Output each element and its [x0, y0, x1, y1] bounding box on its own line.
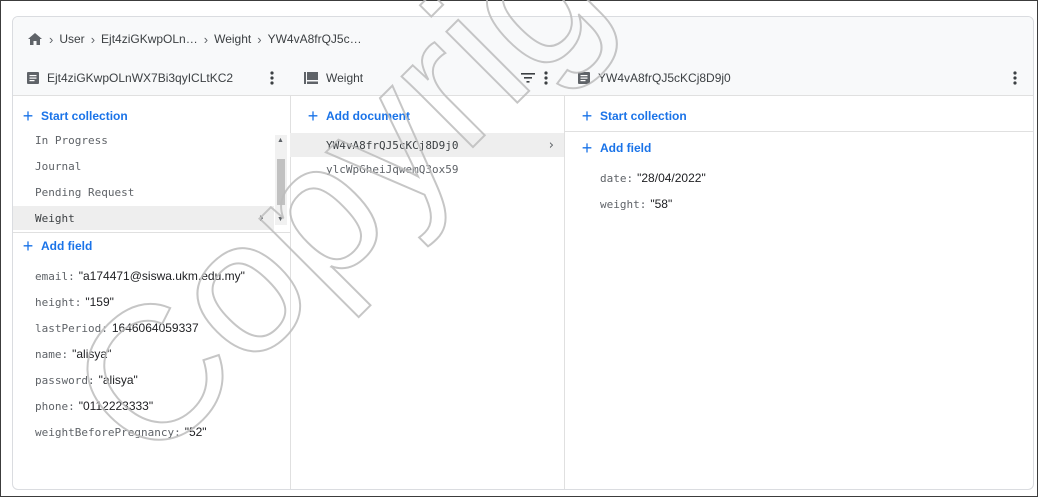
collection-item-weight[interactable]: Weight ›: [13, 206, 274, 230]
breadcrumb: › User › Ejt4ziGKwpOLn… › Weight › YW4vA…: [13, 17, 1033, 62]
start-collection-button[interactable]: + Start collection: [13, 105, 290, 127]
scroll-down-icon[interactable]: ▼: [277, 216, 284, 223]
document-id: YW4vA8frQJ5cKCj8D9j0: [326, 138, 459, 152]
column-header: Ejt4ziGKwpOLnWX7Bi3qyICLtKC2: [13, 61, 290, 96]
home-icon[interactable]: [27, 32, 43, 46]
user-document-column: Ejt4ziGKwpOLnWX7Bi3qyICLtKC2 + Start col…: [13, 61, 291, 489]
chevron-right-icon: ›: [203, 31, 209, 47]
field-value: "a174471@siswa.ukm.edu.my": [78, 269, 245, 283]
scroll-up-icon[interactable]: ▲: [277, 137, 284, 144]
field-row-name[interactable]: name: "alisya": [13, 341, 290, 367]
field-key: password:: [35, 373, 95, 387]
plus-icon: +: [307, 106, 319, 126]
field-row-weight[interactable]: weight: "58": [564, 191, 1033, 217]
field-key: email:: [35, 269, 75, 283]
more-vert-icon[interactable]: [538, 69, 554, 87]
add-field-label: Add field: [41, 239, 93, 253]
collection-item-in-progress[interactable]: In Progress: [13, 128, 290, 152]
field-value: "58": [650, 197, 673, 211]
filter-icon[interactable]: [520, 70, 536, 86]
add-document-label: Add document: [326, 109, 410, 123]
field-key: date:: [600, 171, 634, 185]
field-value: "0112223333": [78, 399, 154, 413]
column-title: YW4vA8frQJ5cKCj8D9j0: [598, 71, 731, 85]
field-key: weight:: [600, 197, 647, 211]
breadcrumb-item-weight-doc[interactable]: YW4vA8frQJ5c…: [268, 32, 362, 46]
field-value: 1646064059337: [111, 321, 199, 335]
field-value: "159": [85, 295, 114, 309]
add-field-label: Add field: [600, 141, 652, 155]
start-collection-label: Start collection: [600, 109, 687, 123]
field-key: weightBeforePregnancy:: [35, 425, 181, 439]
chevron-right-icon: ›: [257, 31, 262, 47]
column-header: YW4vA8frQJ5cKCj8D9j0: [564, 61, 1033, 96]
more-vert-icon[interactable]: [1007, 69, 1023, 87]
chevron-right-icon: ›: [258, 210, 264, 226]
collection-label: In Progress: [35, 133, 108, 147]
document-icon: [578, 72, 590, 84]
chevron-right-icon: ›: [49, 31, 54, 47]
divider: [564, 131, 1033, 132]
field-value: "alisya": [72, 347, 112, 361]
field-key: phone:: [35, 399, 75, 413]
chevron-right-icon: ›: [90, 31, 96, 47]
document-item[interactable]: ylcWpGheiJqwemQ3ox59: [290, 157, 564, 181]
field-value: "52": [184, 425, 207, 439]
breadcrumb-item-weight[interactable]: Weight: [214, 32, 251, 46]
field-key: lastPeriod:: [35, 321, 108, 335]
firestore-data-panel: › User › Ejt4ziGKwpOLn… › Weight › YW4vA…: [12, 16, 1034, 490]
add-field-button[interactable]: + Add field: [13, 235, 290, 257]
field-row-password[interactable]: password: "alisya": [13, 367, 290, 393]
collection-scrollbar[interactable]: ▲ ▼: [275, 135, 287, 225]
field-value: "alisya": [98, 373, 138, 387]
field-key: name:: [35, 347, 69, 361]
field-row-last-period[interactable]: lastPeriod: 1646064059337: [13, 315, 290, 341]
document-item-selected[interactable]: YW4vA8frQJ5cKCj8D9j0 ›: [290, 133, 564, 157]
collection-label: Journal: [35, 159, 82, 173]
field-row-phone[interactable]: phone: "0112223333": [13, 393, 290, 419]
collection-label: Pending Request: [35, 185, 135, 199]
more-vert-icon[interactable]: [264, 69, 280, 87]
breadcrumb-item-user[interactable]: User: [59, 32, 84, 46]
weight-document-column: YW4vA8frQJ5cKCj8D9j0 + Start collection …: [564, 61, 1033, 489]
plus-icon: +: [22, 106, 34, 126]
weight-collection-column: Weight + Add document YW4vA8frQJ5cKCj8D9…: [290, 61, 565, 489]
chevron-right-icon: ›: [548, 137, 554, 153]
start-collection-button[interactable]: + Start collection: [564, 105, 1033, 127]
window-frame: › User › Ejt4ziGKwpOLn… › Weight › YW4vA…: [0, 0, 1038, 497]
add-field-button[interactable]: + Add field: [564, 137, 1033, 159]
plus-icon: +: [581, 138, 593, 158]
column-title: Ejt4ziGKwpOLnWX7Bi3qyICLtKC2: [47, 71, 234, 85]
field-key: height:: [35, 295, 82, 309]
field-row-date[interactable]: date: "28/04/2022": [564, 165, 1033, 191]
plus-icon: +: [22, 236, 34, 256]
field-row-height[interactable]: height: "159": [13, 289, 290, 315]
field-value: "28/04/2022": [637, 171, 706, 185]
divider: [13, 232, 290, 233]
start-collection-label: Start collection: [41, 109, 128, 123]
collection-icon: [304, 72, 318, 84]
scrollbar-thumb[interactable]: [277, 159, 285, 205]
breadcrumb-item-user-doc[interactable]: Ejt4ziGKwpOLn…: [101, 32, 198, 46]
column-header: Weight: [290, 61, 564, 96]
plus-icon: +: [581, 106, 593, 126]
field-row-weight-before-pregnancy[interactable]: weightBeforePregnancy: "52": [13, 419, 290, 445]
column-title: Weight: [326, 71, 364, 85]
collection-label: Weight: [35, 211, 75, 225]
field-row-email[interactable]: email: "a174471@siswa.ukm.edu.my": [13, 263, 290, 289]
add-document-button[interactable]: + Add document: [290, 105, 564, 127]
document-icon: [27, 72, 39, 84]
collection-item-journal[interactable]: Journal: [13, 154, 290, 178]
collection-item-pending-request[interactable]: Pending Request: [13, 180, 290, 204]
document-id: ylcWpGheiJqwemQ3ox59: [326, 162, 459, 176]
